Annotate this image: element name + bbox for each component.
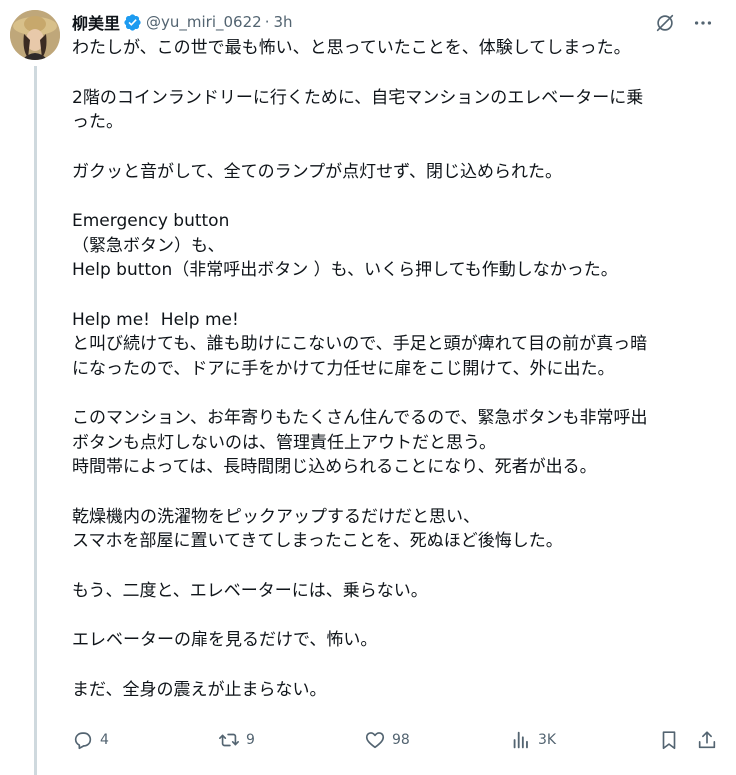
tweet-paragraph: 乾燥機内の洗濯物をピックアップするだけだと思い、 スマホを部屋に置いてきてしまっ… <box>72 506 563 552</box>
author-handle[interactable]: @yu_miri_0622 <box>146 13 262 31</box>
views-icon <box>513 731 528 749</box>
bookmark-icon <box>662 731 676 750</box>
tweet-paragraph: このマンション、お年寄りもたくさん住んでるので、緊急ボタンも非常呼出 ボタンも点… <box>72 408 648 477</box>
tweet-paragraph: Emergency button （緊急ボタン）も、 Help button（非… <box>72 211 618 280</box>
separator-dot: · <box>264 13 270 31</box>
tweet-paragraph: Help me! Help me! と叫び続けても、誰も助けにこないので、手足と… <box>72 309 648 379</box>
grok-icon[interactable] <box>652 10 678 36</box>
tweet-actions: 4 9 98 3K <box>66 725 726 755</box>
more-icon[interactable] <box>690 10 716 36</box>
verified-badge-icon <box>123 13 142 32</box>
author-name[interactable]: 柳美里 <box>72 10 120 34</box>
like-count: 98 <box>392 732 410 748</box>
retweet-button[interactable]: 9 <box>218 725 255 755</box>
like-icon <box>365 732 385 749</box>
tweet-paragraph: エレベーターの扉を見るだけで、怖い。 <box>72 630 378 650</box>
retweet-icon <box>219 733 239 747</box>
reply-button[interactable]: 4 <box>72 725 109 755</box>
share-icon <box>698 731 716 749</box>
reply-count: 4 <box>100 732 109 748</box>
retweet-count: 9 <box>246 732 255 748</box>
thread-line <box>34 66 37 775</box>
reply-icon <box>74 732 92 750</box>
tweet-paragraph: まだ、全身の震えが止まらない。 <box>72 679 327 700</box>
bookmark-button[interactable] <box>658 725 680 755</box>
like-button[interactable]: 98 <box>364 725 410 755</box>
tweet-paragraph: わたしが、この世で最も怖い、と思っていたことを、体験してしまった。 <box>72 38 631 58</box>
tweet-text: わたしが、この世で最も怖い、と思っていたことを、体験してしまった。 2階のコイン… <box>72 36 722 727</box>
tweet-header: 柳美里 @yu_miri_0622 · 3h <box>72 10 716 34</box>
views-button[interactable]: 3K <box>510 725 556 755</box>
tweet-time[interactable]: 3h <box>273 13 292 31</box>
tweet-paragraph: もう、二度と、エレベーターには、乗らない。 <box>72 580 428 601</box>
avatar[interactable] <box>10 10 60 60</box>
share-button[interactable] <box>696 725 718 755</box>
header-actions <box>652 10 716 36</box>
views-count: 3K <box>538 732 557 748</box>
tweet-paragraph: ガクッと音がして、全てのランプが点灯せず、閉じ込められた。 <box>72 161 562 182</box>
tweet-paragraph: 2階のコインランドリーに行くために、自宅マンションのエレベーターに乗 った。 <box>72 87 644 133</box>
